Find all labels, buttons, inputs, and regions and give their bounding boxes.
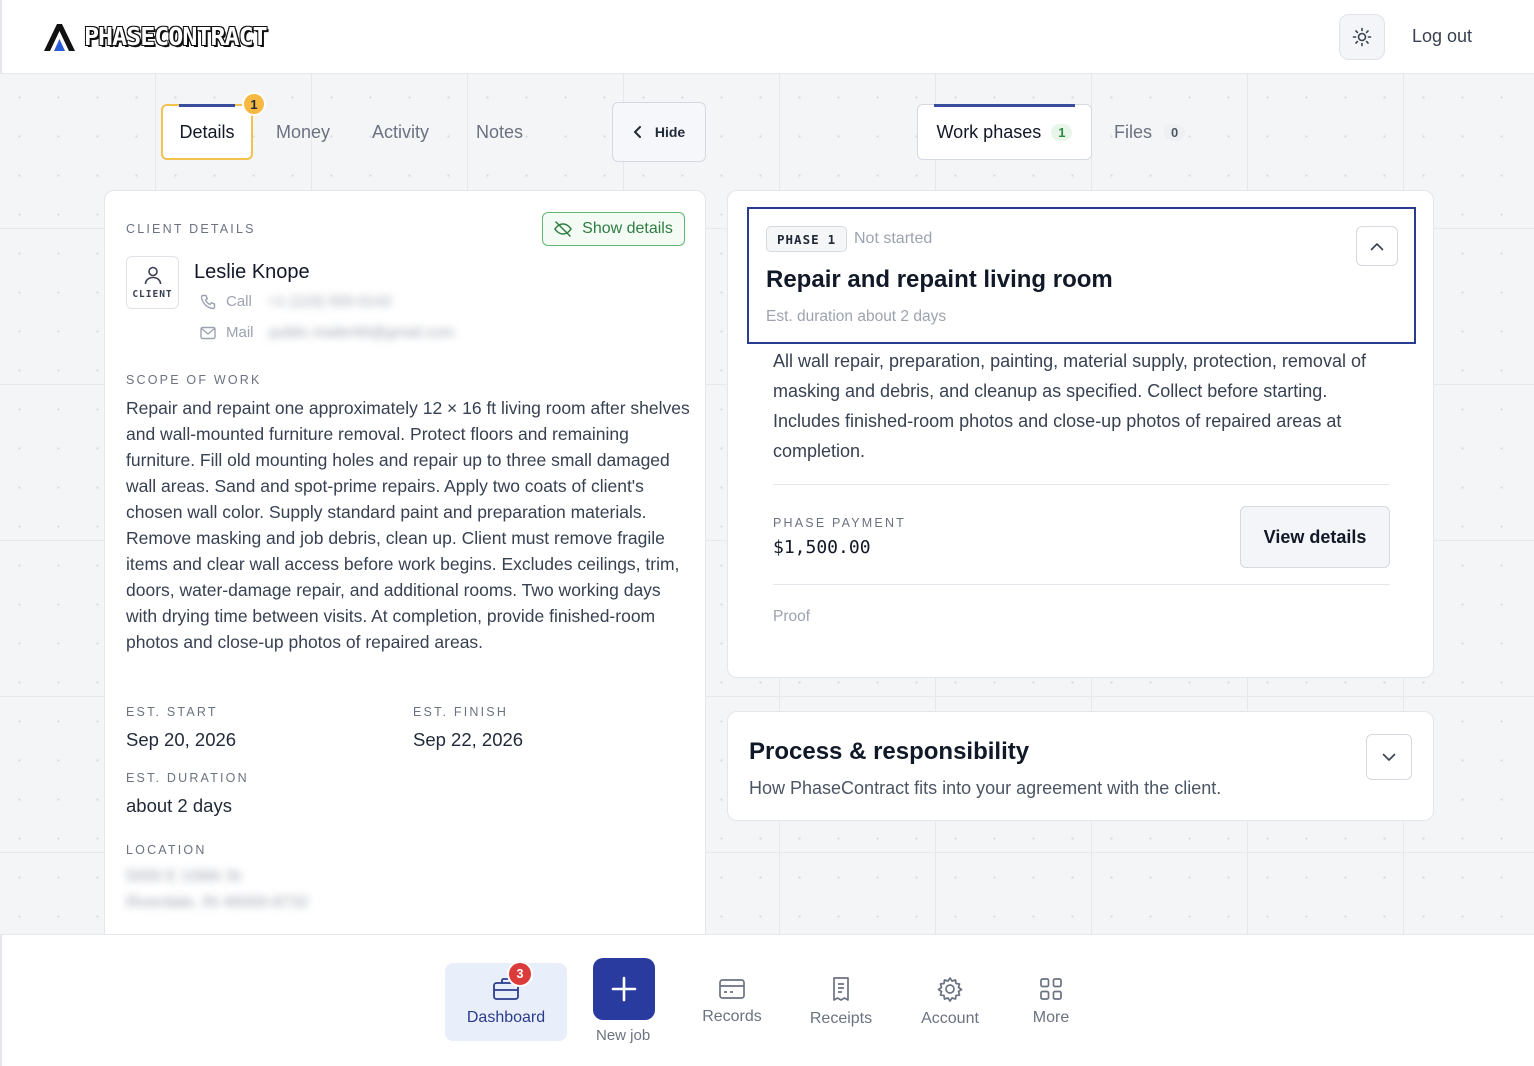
nav-records[interactable]: Records — [671, 963, 793, 1041]
tab-work-phases-label: Work phases — [936, 121, 1042, 142]
new-job-button[interactable] — [593, 958, 655, 1020]
theme-toggle-button[interactable] — [1339, 14, 1385, 60]
grid-icon — [1040, 978, 1062, 1000]
nav-dashboard[interactable]: Dashboard 3 — [445, 961, 567, 1041]
eye-off-icon — [554, 221, 573, 237]
new-job-label[interactable]: New job — [596, 1027, 650, 1044]
phase-header[interactable]: PHASE 1 Not started Repair and repaint l… — [747, 207, 1416, 344]
tab-files[interactable]: Files 0 — [1114, 122, 1186, 143]
phone-icon — [200, 294, 216, 309]
chevron-up-icon — [1370, 242, 1384, 250]
dashboard-badge: 3 — [507, 961, 533, 987]
tab-notes[interactable]: Notes — [476, 122, 523, 143]
est-start-value: Sep 20, 2026 — [126, 729, 237, 750]
brand-name: PHASECONTRACT — [84, 22, 268, 51]
chevron-left-icon — [633, 126, 641, 138]
tab-work-phases[interactable]: Work phases 1 — [917, 104, 1092, 160]
scope-of-work-label: SCOPE OF WORK — [126, 373, 262, 387]
top-bar: PHASECONTRACT Log out — [0, 0, 1534, 74]
mail-label: Mail — [226, 324, 254, 341]
details-badge: 1 — [242, 92, 266, 116]
client-name: Leslie Knope — [194, 261, 310, 283]
brand-logo[interactable]: PHASECONTRACT — [42, 22, 268, 52]
mail-icon — [200, 326, 216, 339]
phase-status: Not started — [854, 230, 933, 247]
collapse-phase-button[interactable] — [1356, 226, 1398, 266]
receipt-icon — [833, 977, 849, 1001]
hide-label: Hide — [654, 124, 686, 140]
nav-records-label: Records — [702, 1008, 762, 1025]
est-start-label: EST. START — [126, 705, 218, 719]
tab-details-label: Details — [179, 121, 235, 142]
client-mail-row[interactable]: Mail public.mailer99@gmail.com — [200, 324, 454, 341]
work-phases-count: 1 — [1051, 123, 1073, 141]
phase-card: PHASE 1 Not started Repair and repaint l… — [727, 190, 1434, 678]
phase-chip: PHASE 1 — [766, 226, 848, 252]
tab-details[interactable]: Details — [161, 104, 253, 160]
job-details-panel: CLIENT DETAILS Show details CLIENT Lesli… — [104, 190, 706, 950]
phase-title: Repair and repaint living room — [766, 266, 1113, 293]
show-details-button[interactable]: Show details — [542, 212, 685, 246]
divider — [773, 484, 1390, 485]
est-finish-label: EST. FINISH — [413, 705, 509, 719]
phase-chip-label: PHASE — [777, 231, 820, 247]
est-duration-label: EST. DURATION — [126, 771, 249, 785]
chevron-down-icon — [1382, 753, 1396, 761]
proof-label: Proof — [773, 608, 811, 625]
client-avatar-caption: CLIENT — [132, 289, 173, 300]
expand-process-button[interactable] — [1366, 734, 1412, 780]
tab-money[interactable]: Money — [276, 122, 330, 143]
nav-receipts[interactable]: Receipts — [780, 963, 902, 1041]
nav-receipts-label: Receipts — [809, 1010, 873, 1027]
client-avatar: CLIENT — [126, 256, 179, 309]
user-icon — [144, 266, 161, 285]
bottom-navigation: Dashboard 3 New job Records Receipts Acc… — [0, 934, 1534, 1066]
nav-more-label: More — [1032, 1009, 1070, 1026]
location-line-1: 5000 E 106th St — [126, 868, 241, 885]
nav-account-label: Account — [921, 1010, 979, 1027]
card-icon — [719, 979, 745, 999]
phase-chip-number: 1 — [827, 231, 837, 247]
client-details-label: CLIENT DETAILS — [126, 222, 256, 236]
process-title: Process & responsibility — [749, 738, 1030, 765]
plus-icon — [611, 976, 637, 1002]
scope-of-work-text: Repair and repaint one approximately 12 … — [126, 398, 690, 652]
nav-more[interactable]: More — [990, 963, 1112, 1041]
nav-dashboard-label: Dashboard — [466, 1009, 546, 1026]
phase-payment-label: PHASE PAYMENT — [773, 516, 907, 530]
divider — [773, 584, 1390, 585]
phase-payment-value: $1,500.00 — [773, 537, 871, 558]
call-label: Call — [226, 293, 252, 310]
logout-button[interactable]: Log out — [1412, 26, 1472, 47]
tab-files-label: Files — [1114, 122, 1153, 142]
est-finish-value: Sep 22, 2026 — [413, 729, 524, 750]
gear-icon — [937, 977, 963, 1002]
files-count: 0 — [1164, 124, 1186, 141]
process-subtitle: How PhaseContract fits into your agreeme… — [749, 778, 1222, 798]
mail-value: public.mailer99@gmail.com — [269, 324, 454, 341]
client-call-row[interactable]: Call +1 (123) 555-0142 — [200, 293, 392, 310]
tab-activity[interactable]: Activity — [372, 122, 429, 143]
phase-description: All wall repair, preparation, painting, … — [773, 351, 1366, 461]
show-details-label: Show details — [582, 220, 673, 237]
est-duration-value: about 2 days — [126, 795, 232, 816]
call-value: +1 (123) 555-0142 — [267, 293, 392, 310]
process-responsibility-card[interactable]: Process & responsibility How PhaseContra… — [727, 711, 1434, 821]
phase-duration: Est. duration about 2 days — [766, 308, 947, 325]
hide-button[interactable]: Hide — [612, 102, 706, 162]
logo-mark-icon — [44, 23, 75, 51]
view-details-button[interactable]: View details — [1240, 506, 1390, 568]
location-line-2: Riverdale, IN 46000-8732 — [126, 894, 309, 911]
location-label: LOCATION — [126, 843, 207, 857]
sun-icon — [1352, 27, 1372, 47]
